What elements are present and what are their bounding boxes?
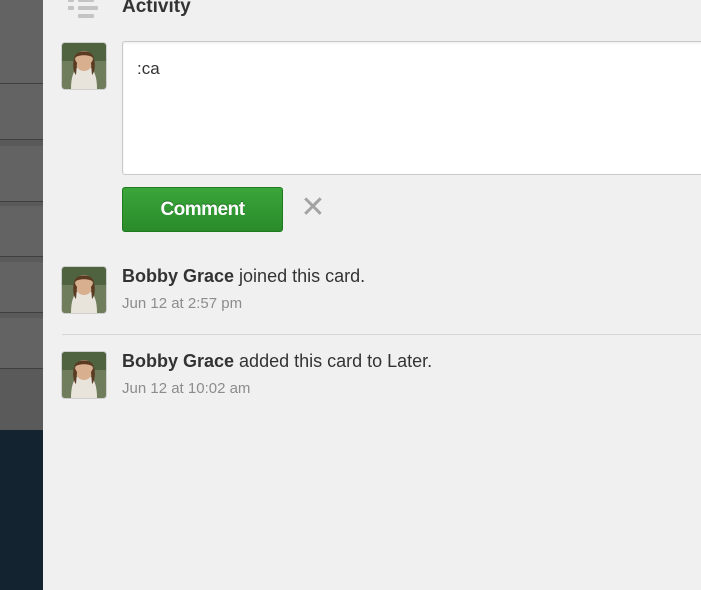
activity-entry: Bobby Grace joined this card. Jun 12 at … [122,266,365,312]
activity-entry-text: Bobby Grace joined this card. [122,266,365,287]
activity-title: Activity [122,0,191,17]
activity-header: Activity [65,0,191,22]
activity-date[interactable]: Jun 12 at 10:02 am [122,380,432,397]
board-card [0,206,43,257]
card-detail-panel: Activity :ca Comment ✕ Bobby Grace joine… [43,0,701,590]
member-name-link[interactable]: Bobby Grace [122,266,234,286]
activity-action: added this card to Later. [234,351,433,371]
board-card [0,0,43,84]
board-card [0,146,43,202]
activity-action: joined this card. [234,266,366,286]
activity-list-icon [65,0,99,19]
avatar[interactable] [62,352,106,398]
activity-entry-text: Bobby Grace added this card to Later. [122,351,432,372]
activity-divider [62,334,701,335]
avatar[interactable] [62,43,106,89]
avatar[interactable] [62,267,106,313]
activity-entry: Bobby Grace added this card to Later. Ju… [122,351,432,397]
board-card [0,318,43,369]
comment-input[interactable]: :ca [122,41,701,175]
activity-date[interactable]: Jun 12 at 2:57 pm [122,295,365,312]
close-icon[interactable]: ✕ [298,193,328,223]
board-card [0,84,43,140]
comment-button[interactable]: Comment [122,187,283,232]
board-list-column [0,0,43,430]
member-name-link[interactable]: Bobby Grace [122,351,234,371]
board-card [0,262,43,313]
board-background [0,0,43,590]
